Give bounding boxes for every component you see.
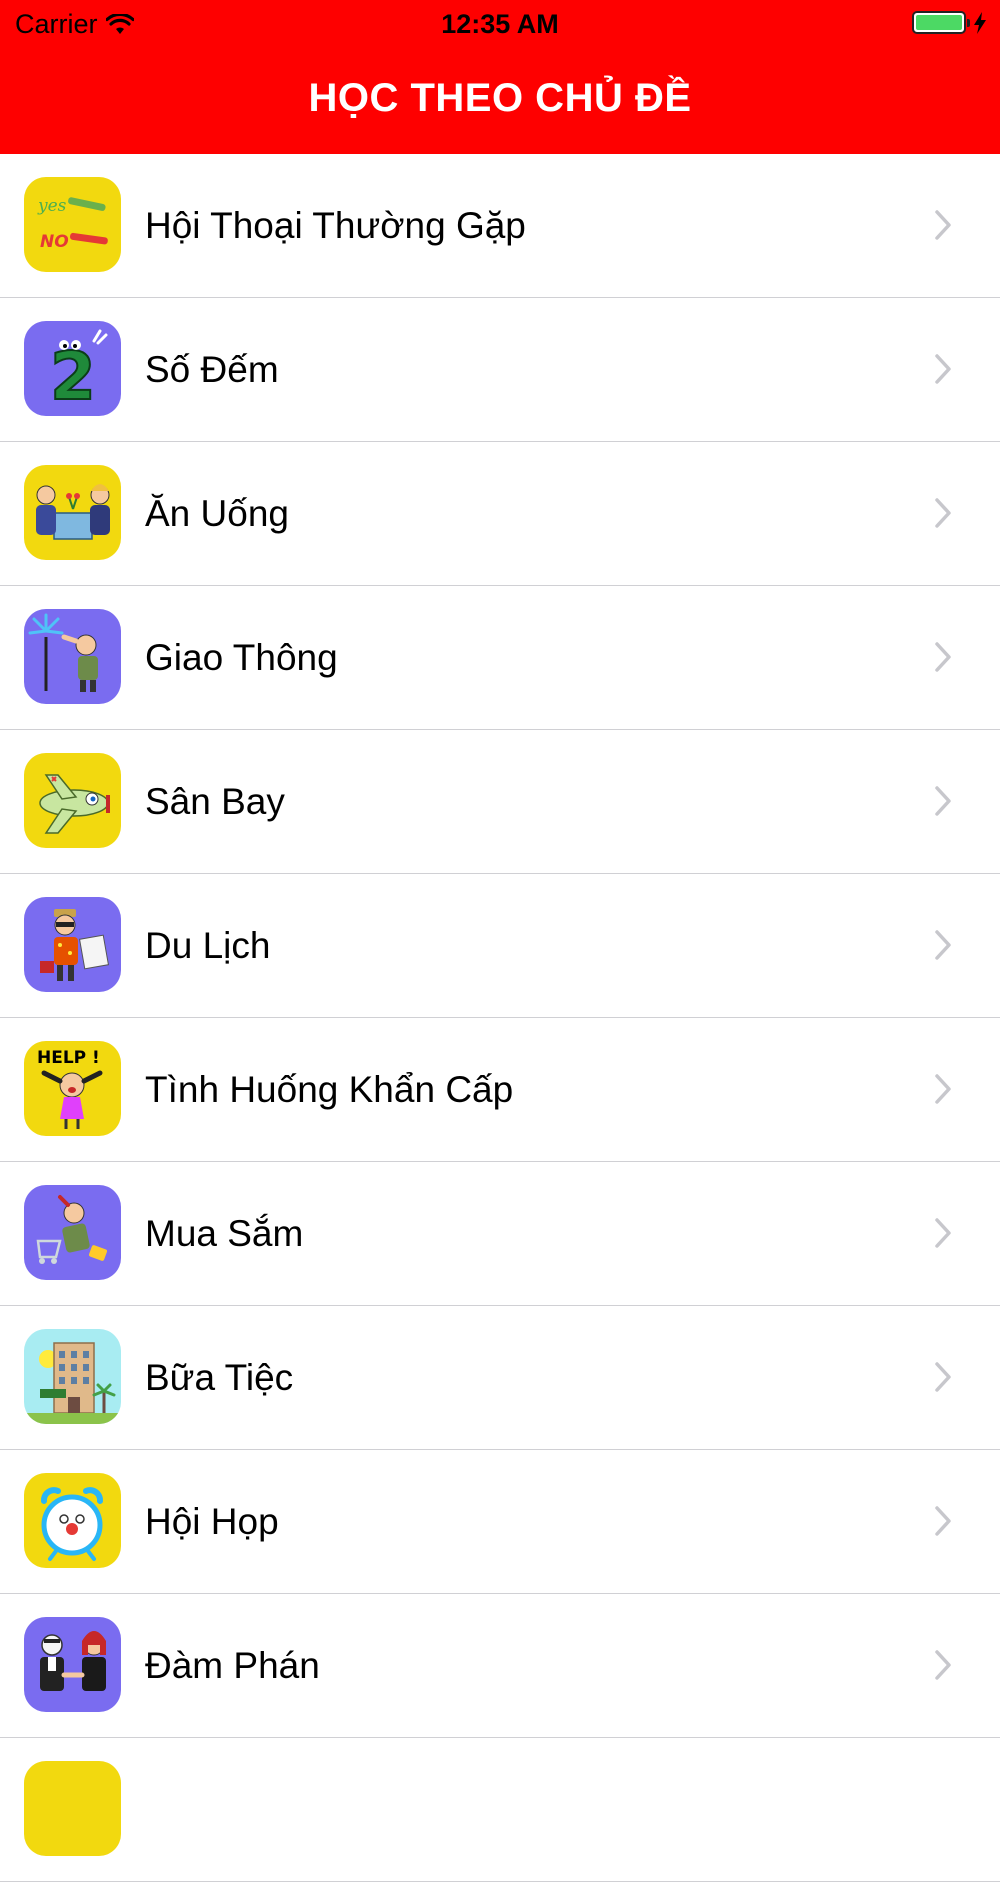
chevron-right-icon [935, 1074, 951, 1104]
topic-row-hoi-thoai[interactable]: yes NO Hội Thoại Thường Gặp [0, 154, 1000, 298]
topic-row-dam-phan[interactable]: Đàm Phán [0, 1594, 1000, 1738]
nav-bar: Carrier 12:35 AM HỌC THEO CHỦ ĐỀ [0, 0, 1000, 154]
topic-label: Đàm Phán [145, 1645, 320, 1686]
airplane-icon [24, 753, 121, 848]
traffic-icon [24, 609, 121, 704]
topic-label: Mua Sắm [145, 1213, 304, 1254]
page-title: HỌC THEO CHỦ ĐỀ [308, 76, 692, 120]
topic-row-so-dem[interactable]: 2 Số Đếm [0, 298, 1000, 442]
topic-label: Giao Thông [145, 637, 338, 678]
chevron-right-icon [935, 930, 951, 960]
topic-row-giao-thong[interactable]: Giao Thông [0, 586, 1000, 730]
topic-row-hoi-hop[interactable]: Hội Họp [0, 1450, 1000, 1594]
topic-label: Sân Bay [145, 781, 285, 822]
battery-icon [912, 11, 966, 34]
topic-row-partial[interactable] [0, 1738, 1000, 1882]
shopping-icon [24, 1185, 121, 1280]
svg-text:yes: yes [37, 196, 67, 216]
alarm-clock-icon [24, 1473, 121, 1568]
hotel-icon [24, 1329, 121, 1424]
topic-label: Du Lịch [145, 925, 271, 966]
topic-label: Ăn Uống [145, 493, 289, 534]
charging-bolt-icon [974, 11, 986, 34]
chevron-right-icon [935, 1218, 951, 1248]
topic-row-bua-tiec[interactable]: Bữa Tiệc [0, 1306, 1000, 1450]
number-two-icon: 2 [24, 321, 121, 416]
svg-text:NO: NO [40, 232, 69, 252]
battery-indicator [912, 11, 986, 34]
chevron-right-icon [935, 786, 951, 816]
battery-level [916, 15, 962, 30]
topic-list: yes NO Hội Thoại Thường Gặp 2 Số Đếm Ăn … [0, 154, 1000, 1882]
traveler-icon [24, 897, 121, 992]
svg-text:HELP !: HELP ! [37, 1048, 100, 1068]
chevron-right-icon [935, 498, 951, 528]
dining-icon [24, 465, 121, 560]
topic-label: Hội Họp [145, 1501, 279, 1542]
chevron-right-icon [935, 1650, 951, 1680]
status-bar: Carrier 12:35 AM [0, 0, 1000, 50]
topic-label: Hội Thoại Thường Gặp [145, 205, 526, 246]
topic-row-san-bay[interactable]: Sân Bay [0, 730, 1000, 874]
topic-label: Tình Huống Khẩn Cấp [145, 1069, 514, 1110]
chevron-right-icon [935, 1362, 951, 1392]
negotiation-icon [24, 1617, 121, 1712]
chevron-right-icon [935, 210, 951, 240]
topic-label: Số Đếm [145, 349, 279, 390]
topic-row-du-lich[interactable]: Du Lịch [0, 874, 1000, 1018]
yes-no-icon: yes NO [24, 177, 121, 272]
topic-row-an-uong[interactable]: Ăn Uống [0, 442, 1000, 586]
partial-icon [24, 1761, 121, 1856]
topic-row-khan-cap[interactable]: HELP ! Tình Huống Khẩn Cấp [0, 1018, 1000, 1162]
svg-text:2: 2 [50, 338, 96, 415]
status-time: 12:35 AM [441, 9, 559, 39]
chevron-right-icon [935, 1506, 951, 1536]
chevron-right-icon [935, 642, 951, 672]
help-icon: HELP ! [24, 1041, 121, 1136]
topic-row-mua-sam[interactable]: Mua Sắm [0, 1162, 1000, 1306]
chevron-right-icon [935, 354, 951, 384]
topic-label: Bữa Tiệc [145, 1357, 294, 1398]
